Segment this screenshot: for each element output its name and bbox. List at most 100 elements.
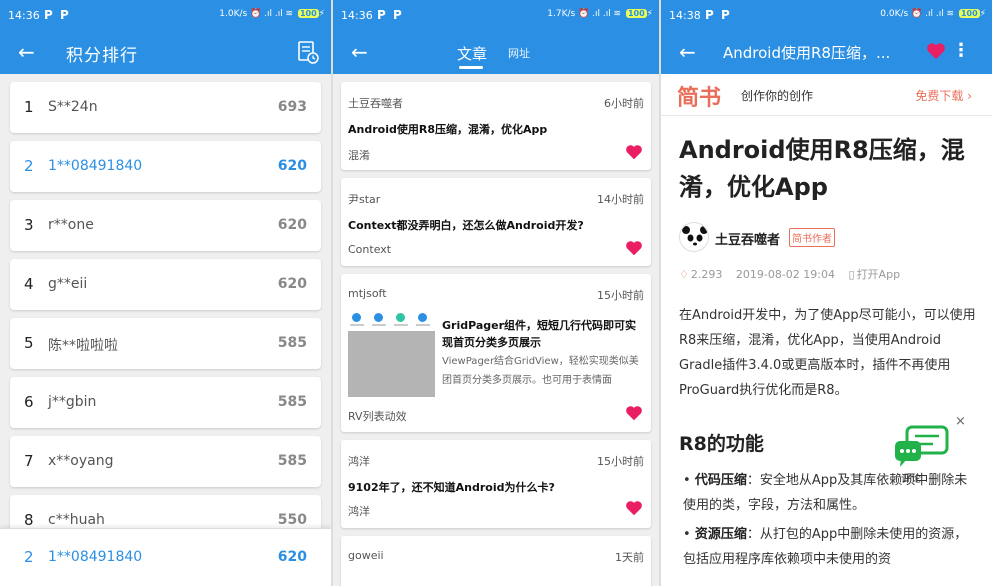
article-title: 9102年了，还不知道Android为什么卡? bbox=[348, 481, 555, 494]
rank-score: 585 bbox=[277, 394, 307, 410]
thumbnail-label bbox=[394, 324, 408, 326]
close-icon[interactable]: × bbox=[955, 414, 966, 429]
article-thumbnail bbox=[348, 310, 435, 397]
jianshu-logo: 简书 bbox=[677, 86, 722, 111]
back-arrow-icon[interactable]: ← bbox=[18, 40, 35, 64]
network-speed: 1.0K/s bbox=[219, 9, 248, 19]
article-time: 14小时前 bbox=[597, 193, 644, 206]
heart-icon[interactable] bbox=[625, 405, 643, 421]
article-tag[interactable]: Context bbox=[348, 243, 391, 256]
tab-articles[interactable]: 文章 bbox=[457, 43, 487, 64]
article-author: goweii bbox=[348, 549, 384, 562]
open-app-link[interactable]: 打开App bbox=[857, 268, 901, 281]
articles-screen: 14:36 P P 1.7K/s ⏰ .ıl .ıl ≋ 100 ⚡ ← 文章 网… bbox=[333, 0, 659, 586]
article-card[interactable]: 尹star 14小时前 Context都没弄明白，还怎么做Android开发? … bbox=[341, 178, 651, 266]
page-title: 积分排行 bbox=[66, 46, 138, 66]
rank-username: 1**08491840 bbox=[48, 158, 143, 174]
notification-p-icon: P bbox=[721, 8, 730, 22]
network-speed: 0.0K/s bbox=[880, 9, 909, 19]
my-rank-number: 2 bbox=[24, 548, 34, 566]
diamond-icon: ♢ bbox=[679, 268, 689, 281]
back-arrow-icon[interactable]: ← bbox=[679, 40, 696, 64]
my-rank-username: 1**08491840 bbox=[48, 549, 143, 565]
my-rank-bar: 2 1**08491840 620 bbox=[0, 528, 331, 586]
bullet-item: • 资源压缩：从打包的App中删除未使用的资源，包括应用程序库依赖项中未使用的资 bbox=[683, 527, 968, 567]
article-card[interactable]: 鸿洋 15小时前 9102年了，还不知道Android为什么卡? 鸿洋 bbox=[341, 440, 651, 528]
rank-row-current-user[interactable]: 2 1**08491840 620 bbox=[10, 141, 321, 192]
download-label: 免费下载 bbox=[915, 89, 964, 103]
rank-number: 8 bbox=[24, 511, 34, 529]
article-tag[interactable]: RV列表动效 bbox=[348, 408, 407, 424]
tab-indicator bbox=[459, 66, 483, 69]
panel-divider bbox=[659, 0, 661, 586]
rank-score: 550 bbox=[277, 512, 307, 528]
rank-row[interactable]: 1 S**24n 693 bbox=[10, 82, 321, 133]
thumbnail-dot bbox=[418, 313, 427, 322]
rank-row[interactable]: 6 j**gbin 585 bbox=[10, 377, 321, 428]
jianshu-slogan: 创作你的创作 bbox=[741, 89, 814, 103]
more-options-icon[interactable]: ⋮ bbox=[952, 40, 970, 61]
article-tag[interactable]: 鸿洋 bbox=[348, 503, 370, 519]
article-date: 2019-08-02 19:04 bbox=[735, 268, 835, 281]
notification-p-icon: P bbox=[393, 8, 402, 22]
status-right: 0.0K/s ⏰ .ıl .ıl ≋ 100 ⚡ bbox=[880, 9, 986, 19]
favorite-heart-icon[interactable] bbox=[926, 42, 946, 60]
app-bar: ← 积分排行 bbox=[0, 32, 331, 74]
battery-icon: 100 bbox=[297, 9, 319, 18]
article-title: Android使用R8压缩，混淆，优化App bbox=[348, 123, 548, 136]
article-paragraph: 在Android开发中，为了使App尽可能小，可以使用R8来压缩，混淆，优化Ap… bbox=[679, 308, 976, 398]
rank-username: r**one bbox=[48, 217, 94, 233]
rank-number: 1 bbox=[24, 98, 34, 116]
rank-username: x**oyang bbox=[48, 453, 114, 469]
article-time: 6小时前 bbox=[604, 97, 644, 110]
article-title: GridPager组件，短短几行代码即可实现首页分类多页展示 bbox=[442, 319, 637, 349]
article-detail-screen: 14:38 P P 0.0K/s ⏰ .ıl .ıl ≋ 100 ⚡ ← Andr… bbox=[661, 0, 992, 586]
rank-number: 5 bbox=[24, 334, 34, 352]
status-time: 14:36 bbox=[341, 9, 373, 22]
rank-row[interactable]: 4 g**eii 620 bbox=[10, 259, 321, 310]
article-title: Context都没弄明白，还怎么做Android开发? bbox=[348, 219, 584, 232]
status-bar: 14:36 P P 1.0K/s ⏰ .ıl .ıl ≋ 100 ⚡ bbox=[0, 0, 331, 32]
diamond-count: 2.293 bbox=[690, 268, 723, 281]
thumbnail-dot bbox=[352, 313, 361, 322]
bullet-label: 资源压缩 bbox=[694, 527, 747, 542]
rank-score: 585 bbox=[277, 453, 307, 469]
article-card[interactable]: 土豆吞噬者 6小时前 Android使用R8压缩，混淆，优化App 混淆 bbox=[341, 82, 651, 170]
rank-row[interactable]: 3 r**one 620 bbox=[10, 200, 321, 251]
tab-urls[interactable]: 网址 bbox=[508, 45, 530, 61]
article-tag[interactable]: 混淆 bbox=[348, 147, 370, 163]
notification-p-icon: P bbox=[60, 8, 69, 22]
thumbnail-label bbox=[416, 324, 430, 326]
download-link[interactable]: 免费下载 › bbox=[915, 87, 972, 104]
thumbnail-image bbox=[348, 331, 435, 397]
record-history-icon[interactable] bbox=[297, 40, 319, 64]
article-author: 土豆吞噬者 bbox=[348, 97, 403, 110]
panda-avatar-icon bbox=[682, 226, 708, 250]
rank-row[interactable]: 7 x**oyang 585 bbox=[10, 436, 321, 487]
author-badge: 简书作者 bbox=[789, 228, 835, 247]
heart-icon[interactable] bbox=[625, 240, 643, 256]
ranking-screen: 14:36 P P 1.0K/s ⏰ .ıl .ıl ≋ 100 ⚡ ← 积分排行… bbox=[0, 0, 331, 586]
article-card[interactable]: mtjsoft 15小时前 GridPager组件，短短几行代码即可实现首页分类… bbox=[341, 274, 651, 432]
article-time: 1天前 bbox=[615, 551, 644, 564]
thumbnail-dot bbox=[374, 313, 383, 322]
status-right: 1.7K/s ⏰ .ıl .ıl ≋ 100 ⚡ bbox=[547, 9, 653, 19]
rank-score: 693 bbox=[277, 99, 307, 115]
rank-row[interactable]: 5 陈**啦啦啦 585 bbox=[10, 318, 321, 369]
avatar[interactable] bbox=[679, 222, 709, 252]
heart-icon[interactable] bbox=[625, 144, 643, 160]
rank-score: 620 bbox=[277, 276, 307, 292]
heart-icon[interactable] bbox=[625, 500, 643, 516]
comment-chat-icon[interactable] bbox=[893, 425, 951, 471]
article-card[interactable]: goweii 1天前 bbox=[341, 536, 651, 586]
article-description: ViewPager结合GridView，轻松实现类似美团首页分类多页展示。也可用… bbox=[442, 356, 639, 386]
author-name[interactable]: 土豆吞噬者 bbox=[715, 229, 780, 248]
status-time: 14:38 bbox=[669, 9, 701, 22]
article-meta: ♢ 2.293 2019-08-02 19:04 ▯ 打开App bbox=[679, 266, 910, 282]
thumbnail-dot bbox=[396, 313, 405, 322]
rank-number: 6 bbox=[24, 393, 34, 411]
page-title: Android使用R8压缩，... bbox=[723, 44, 891, 62]
rank-username: j**gbin bbox=[48, 394, 97, 410]
rank-score: 620 bbox=[277, 158, 307, 174]
article-time: 15小时前 bbox=[597, 455, 644, 468]
